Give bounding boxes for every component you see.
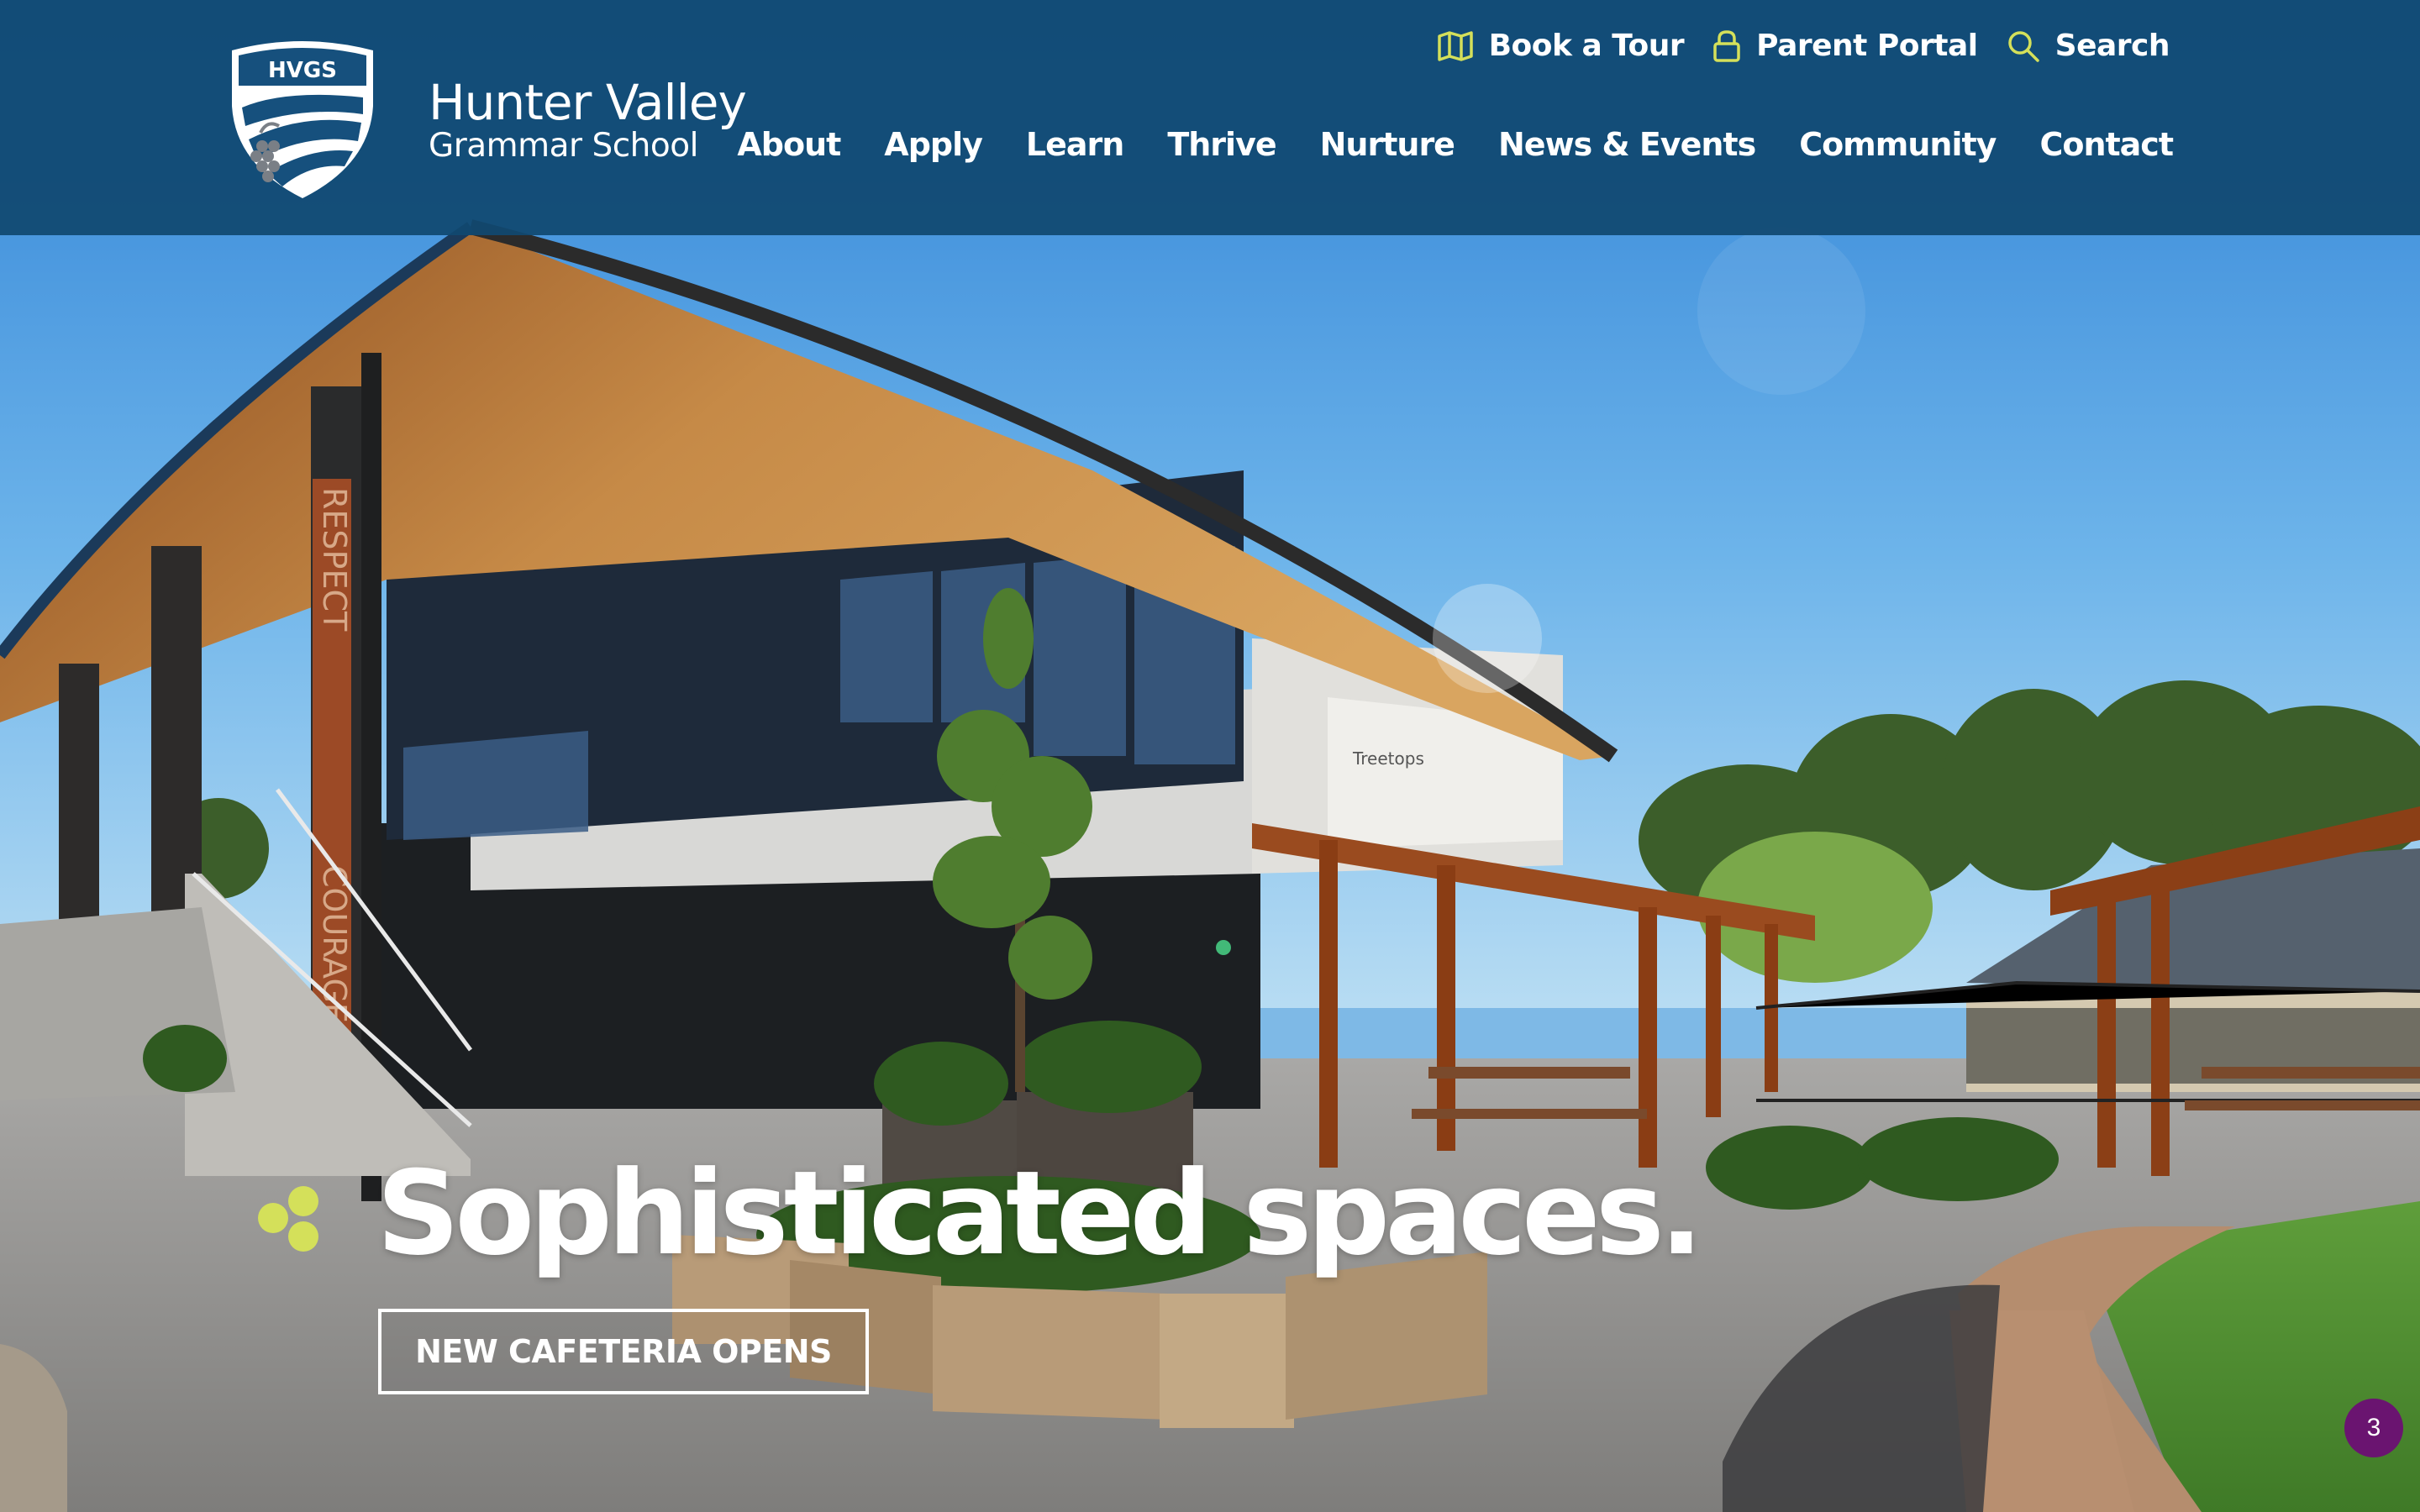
notification-badge[interactable]: 3	[2344, 1399, 2403, 1457]
site-header: HVGS Hunter Valley Grammar School Book a…	[0, 0, 2420, 235]
nav-about[interactable]: About	[737, 126, 841, 163]
lock-icon	[1713, 29, 1740, 62]
new-cafeteria-button[interactable]: NEW CAFETERIA OPENS	[378, 1309, 869, 1394]
book-a-tour-link[interactable]: Book a Tour	[1437, 29, 1685, 63]
search-link[interactable]: Search	[2007, 29, 2170, 63]
nav-community[interactable]: Community	[1799, 126, 1996, 163]
nav-thrive[interactable]: Thrive	[1167, 126, 1276, 163]
hero-headline: Sophisticated spaces.	[376, 1146, 1703, 1281]
nav-apply[interactable]: Apply	[884, 126, 983, 163]
nav-nurture[interactable]: Nurture	[1320, 126, 1455, 163]
search-label: Search	[2054, 29, 2170, 63]
main-nav: About Apply Learn Thrive Nurture News & …	[693, 126, 2174, 163]
utility-nav: Book a Tour Parent Portal Search	[1408, 29, 2170, 63]
map-icon	[1437, 30, 1473, 61]
book-a-tour-label: Book a Tour	[1488, 29, 1685, 63]
search-icon	[2007, 30, 2039, 62]
nav-news-events[interactable]: News & Events	[1498, 126, 1756, 163]
parent-portal-link[interactable]: Parent Portal	[1712, 29, 1978, 63]
decorative-dots-icon	[258, 1186, 318, 1252]
nav-contact[interactable]: Contact	[2039, 126, 2174, 163]
school-name-line1: Hunter Valley	[429, 74, 747, 131]
nav-learn[interactable]: Learn	[1026, 126, 1124, 163]
pillar-word-1: RESPECT	[316, 487, 353, 632]
school-logo-link[interactable]: HVGS Hunter Valley Grammar School	[227, 39, 747, 202]
parent-portal-label: Parent Portal	[1756, 29, 1978, 63]
building-sign: Treetops	[1352, 748, 1424, 769]
crest-text: HVGS	[268, 58, 337, 83]
school-crest-icon: HVGS	[232, 41, 373, 198]
